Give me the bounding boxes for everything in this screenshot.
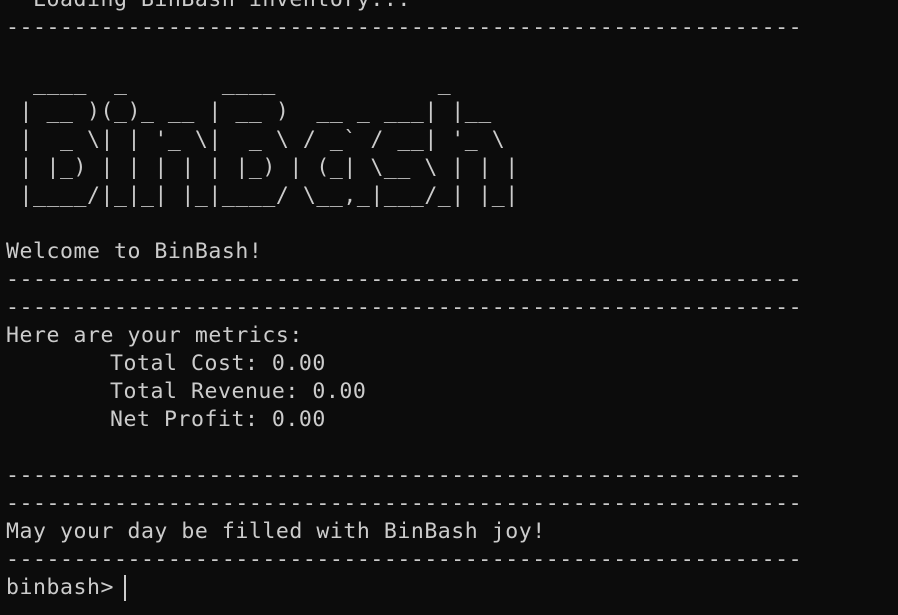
terminal-window[interactable]: Loading BinBash inventory... -----------… <box>0 0 898 615</box>
divider-line: ----------------------------------------… <box>6 15 798 40</box>
ascii-logo-line: | |_) | | | | | |_) | (_| \__ \ | | | <box>6 155 519 180</box>
divider-line: ----------------------------------------… <box>6 295 798 320</box>
metric-total-revenue: Total Revenue: 0.00 <box>110 379 367 404</box>
metric-net-profit: Net Profit: 0.00 <box>110 407 326 432</box>
divider-line: ----------------------------------------… <box>6 267 798 292</box>
text-cursor[interactable] <box>123 575 126 601</box>
terminal-output: Loading BinBash inventory... -----------… <box>6 0 798 602</box>
ascii-logo-line: | _ \| | '_ \| _ \ / _` / __| '_ \ <box>6 127 506 152</box>
farewell-message: May your day be filled with BinBash joy! <box>6 519 546 544</box>
prompt-label: binbash> <box>6 575 114 600</box>
divider-line: ----------------------------------------… <box>6 547 798 572</box>
metric-total-cost: Total Cost: 0.00 <box>110 351 326 376</box>
ascii-logo-line: ____ _ ____ _ <box>6 71 452 96</box>
ascii-logo-line: | __ )(_)_ __ | __ ) __ _ ___| |__ <box>6 99 492 124</box>
welcome-message: Welcome to BinBash! <box>6 239 263 264</box>
command-prompt-row[interactable]: binbash> <box>6 574 798 602</box>
metrics-header: Here are your metrics: <box>6 323 303 348</box>
binbash-ascii-logo: ____ _ ____ _ | __ )(_)_ __ | __ ) __ _ … <box>6 70 798 210</box>
divider-line: ----------------------------------------… <box>6 491 798 516</box>
ascii-logo-line: |____/|_|_| |_|____/ \__,_|___/_| |_| <box>6 183 519 208</box>
divider-line: ----------------------------------------… <box>6 463 798 488</box>
clipped-output-line: Loading BinBash inventory... <box>6 0 798 14</box>
